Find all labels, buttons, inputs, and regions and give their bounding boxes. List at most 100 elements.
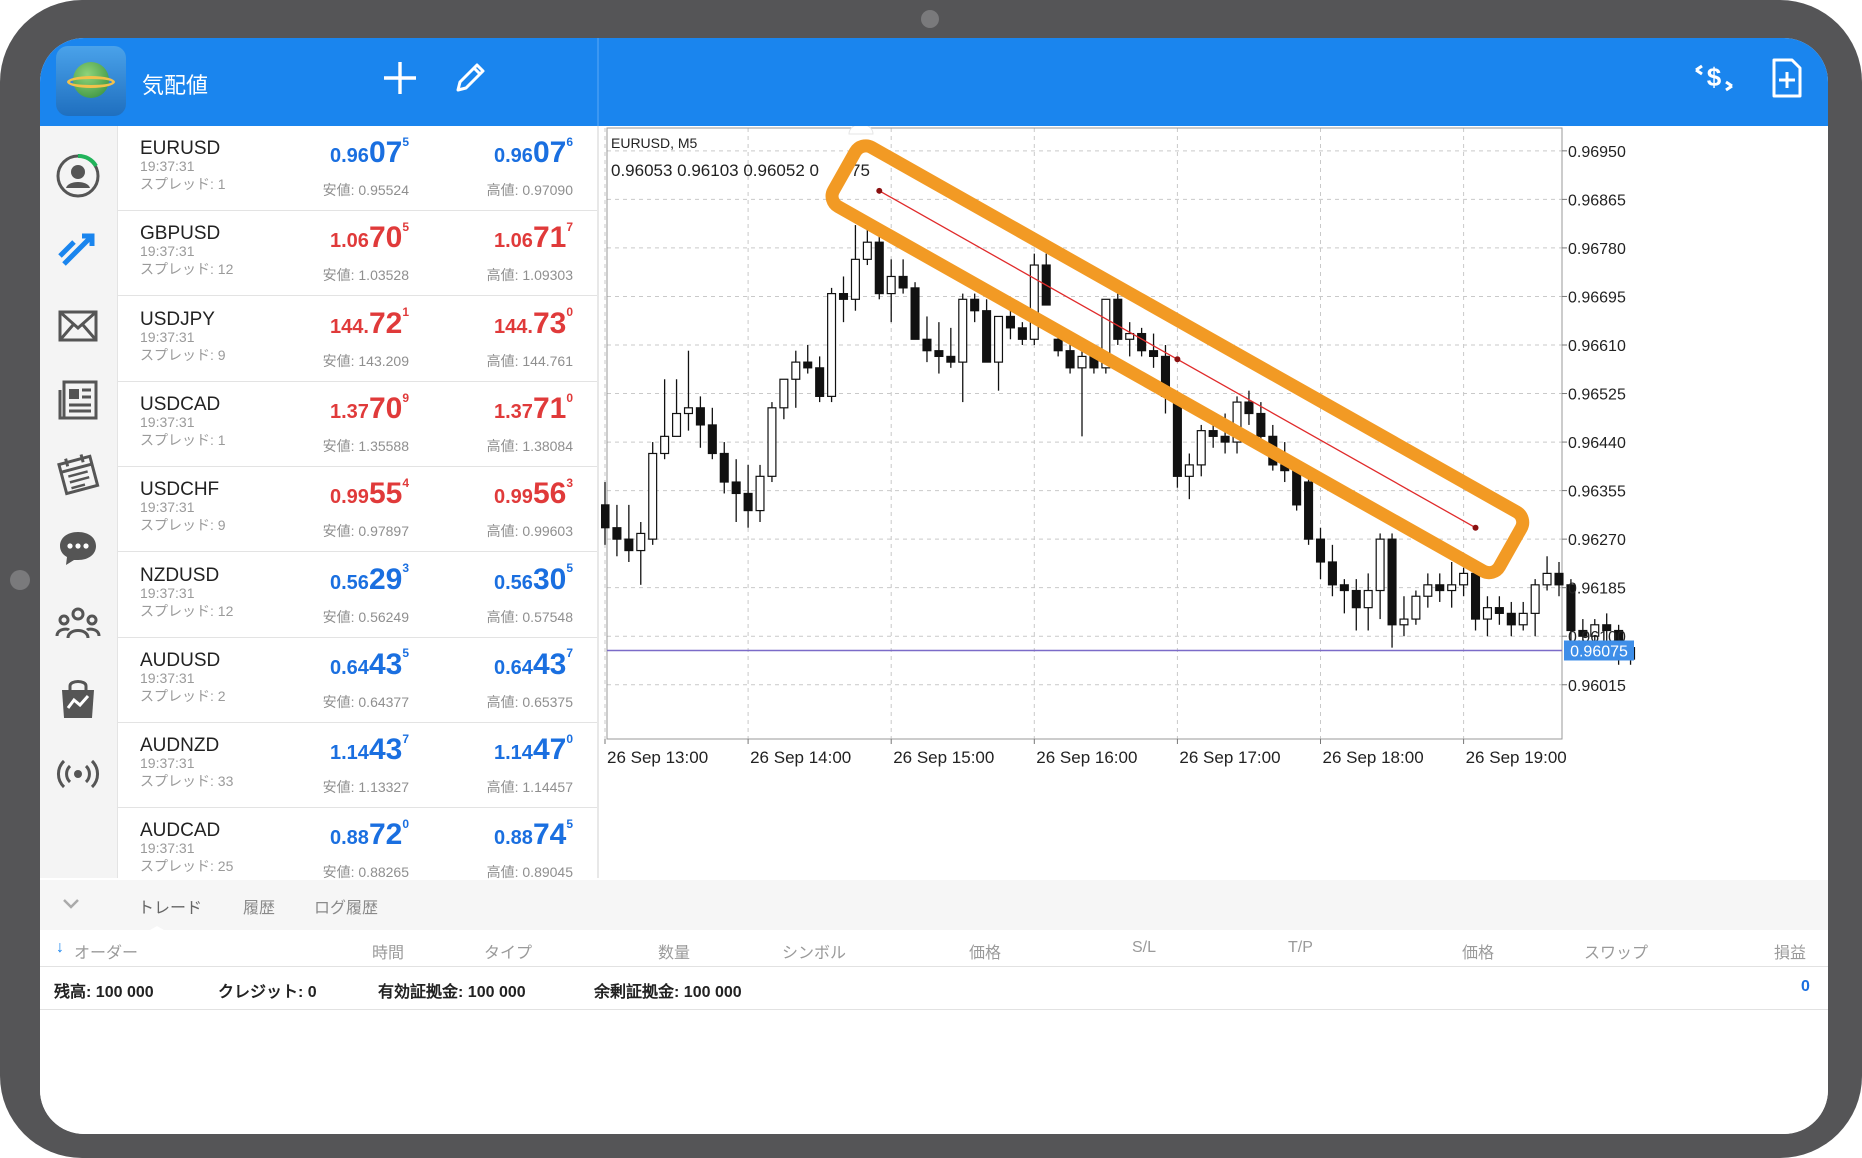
bid-price[interactable]: 0.56293 [330, 561, 409, 597]
bid-price[interactable]: 1.06705 [330, 220, 409, 255]
app-screen: 気配値 $ EURUSD 19:37:31 スプレッド: 1 0.96075 0… [40, 38, 1828, 1134]
candle-body [922, 338, 932, 352]
account-icon[interactable] [48, 146, 108, 206]
credit-summary: クレジット: 0 [218, 984, 317, 1001]
bid-price[interactable]: 1.37709 [330, 391, 409, 426]
candle-body [1375, 538, 1385, 592]
chart-ohlc-label: 0.96053 0.96103 0.96052 0 [611, 161, 819, 180]
col-tp[interactable]: T/P [1288, 939, 1313, 957]
price-chart[interactable]: 0.96950 0.96865 0.96780 0.96695 0.96610 0.965… [601, 126, 1828, 878]
candle-body [791, 361, 801, 380]
col-swap[interactable]: スワップ [1584, 939, 1648, 963]
quotes-arrows-icon[interactable] [48, 220, 108, 280]
candle-body [1315, 538, 1326, 563]
ask-price[interactable]: 0.64437 [494, 646, 573, 682]
candle-body [1423, 584, 1433, 597]
high-price: 高値: 1.38084 [486, 437, 573, 454]
candle-body [1005, 315, 1015, 329]
candle-body [1542, 572, 1552, 586]
high-price: 高値: 1.09303 [486, 267, 573, 284]
col-order[interactable]: オーダー [74, 939, 138, 963]
candle-body [695, 407, 705, 426]
col-profit[interactable]: 損益 [1774, 939, 1806, 963]
mail-icon[interactable] [48, 296, 108, 356]
trade-dollar-icon[interactable]: $ [1692, 56, 1736, 105]
quote-row[interactable]: USDCAD 19:37:31 スプレッド: 1 1.37709 1.37710… [118, 382, 597, 467]
news-icon[interactable] [48, 370, 108, 430]
candle-body [838, 292, 849, 300]
quote-row[interactable]: GBPUSD 19:37:31 スプレッド: 12 1.06705 1.0671… [118, 211, 597, 297]
candle-body [1482, 607, 1492, 620]
edit-pencil-icon[interactable] [450, 58, 490, 103]
bid-price[interactable]: 0.64435 [330, 646, 409, 682]
ask-price[interactable]: 1.37710 [494, 391, 573, 426]
quote-symbol: GBPUSD [140, 223, 221, 245]
quote-row[interactable]: AUDNZD 19:37:31 スプレッド: 33 1.14437 1.1447… [118, 723, 597, 809]
sort-arrow-icon[interactable]: ↓ [56, 939, 64, 957]
candle-body [1220, 435, 1230, 443]
col-current-price[interactable]: 価格 [1462, 939, 1494, 963]
col-volume[interactable]: 数量 [658, 939, 690, 963]
chat-icon[interactable] [48, 518, 108, 578]
quote-symbol: USDCHF [140, 479, 220, 501]
trendline-anchor-point[interactable] [1472, 524, 1479, 531]
quote-row[interactable]: EURUSD 19:37:31 スプレッド: 1 0.96075 0.96076… [118, 126, 597, 211]
bid-price[interactable]: 1.14437 [330, 732, 409, 767]
ask-price[interactable]: 0.96076 [494, 135, 573, 170]
ask-price[interactable]: 0.88745 [494, 817, 573, 852]
quote-row[interactable]: USDJPY 19:37:31 スプレッド: 9 144.721 144.730… [118, 297, 597, 382]
quote-symbol: EURUSD [140, 138, 221, 159]
bid-price[interactable]: 0.96075 [330, 135, 409, 170]
signals-broadcast-icon[interactable] [48, 744, 108, 804]
ask-price[interactable]: 0.56305 [494, 561, 573, 597]
terminal-panel: トレード 履歴 ログ履歴 ↓ オーダー 時間 タイプ 数量 シンボル 価格 S/… [40, 880, 1828, 1134]
col-sl[interactable]: S/L [1132, 939, 1156, 957]
tab-log-history[interactable]: ログ履歴 [314, 894, 378, 918]
y-tick-label: 0.96950 [1568, 144, 1626, 161]
quote-symbol: NZDUSD [140, 564, 220, 586]
new-order-icon[interactable] [1766, 56, 1806, 105]
x-tick-label: 26 Sep 15:00 [893, 748, 994, 767]
calendar-icon[interactable] [48, 444, 108, 504]
candle-body [1017, 327, 1027, 340]
high-price: 高値: 0.57548 [486, 608, 573, 625]
bid-price[interactable]: 0.99554 [330, 476, 409, 511]
col-type[interactable]: タイプ [484, 939, 532, 963]
chart-top-handle [848, 126, 874, 135]
add-icon[interactable] [380, 58, 420, 103]
terminal-tabs: トレード 履歴 ログ履歴 [40, 880, 1828, 930]
community-icon[interactable] [48, 592, 108, 652]
ask-price[interactable]: 1.06717 [494, 220, 573, 255]
quote-symbol: AUDCAD [140, 820, 221, 842]
market-bag-icon[interactable] [48, 668, 108, 728]
bid-price[interactable]: 144.721 [330, 305, 409, 341]
ask-price[interactable]: 0.99563 [494, 476, 573, 511]
metatrader-logo-icon[interactable] [56, 46, 126, 116]
tab-trade[interactable]: トレード [138, 894, 202, 918]
candle-body [612, 527, 622, 540]
ask-price[interactable]: 144.730 [494, 305, 573, 341]
quote-row[interactable]: USDCHF 19:37:31 スプレッド: 9 0.99554 0.99563… [118, 467, 597, 553]
ask-price[interactable]: 1.14470 [494, 732, 573, 767]
col-symbol[interactable]: シンボル [782, 939, 846, 963]
tab-history[interactable]: 履歴 [243, 894, 275, 918]
collapse-chevron-icon[interactable] [58, 890, 84, 921]
quote-row[interactable]: NZDUSD 19:37:31 スプレッド: 12 0.56293 0.5630… [118, 553, 597, 638]
trendline-anchor-point[interactable] [876, 187, 883, 194]
candle-body [910, 287, 920, 340]
quote-row[interactable]: AUDUSD 19:37:31 スプレッド: 2 0.64435 0.64437… [118, 638, 597, 723]
candle-body [1399, 618, 1409, 626]
bid-price[interactable]: 0.88720 [330, 817, 409, 852]
col-price[interactable]: 価格 [969, 939, 1001, 963]
quote-time: 19:37:31 [140, 243, 195, 260]
trendline-anchor-point[interactable] [1174, 356, 1181, 363]
chart-symbol-label: EURUSD, M5 [611, 135, 698, 151]
credit-value: 0 [307, 984, 317, 1001]
candle-body [874, 241, 884, 295]
candle-body [1447, 584, 1457, 592]
candle-body [1172, 395, 1182, 477]
col-time[interactable]: 時間 [372, 939, 404, 963]
candle-body [946, 355, 956, 363]
quote-time: 19:37:31 [140, 669, 195, 686]
candle-body [1339, 584, 1349, 592]
